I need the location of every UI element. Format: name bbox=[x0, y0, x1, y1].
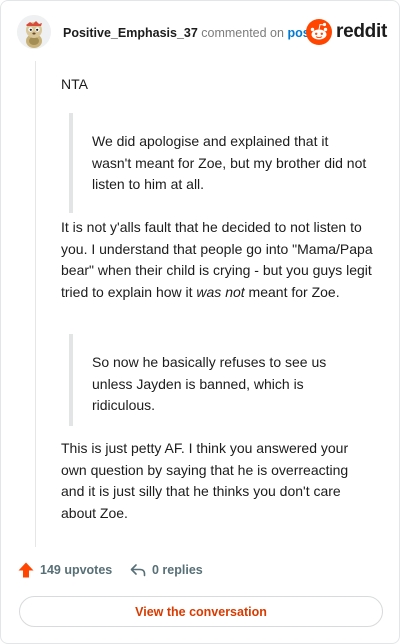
action-text: commented on bbox=[201, 26, 284, 40]
reply-count: 0 replies bbox=[152, 563, 203, 577]
blockquote-1-text: We did apologise and explained that it w… bbox=[92, 133, 367, 192]
user-avatar[interactable] bbox=[17, 15, 51, 49]
blockquote-1: We did apologise and explained that it w… bbox=[69, 113, 369, 213]
comment-card: Positive_Emphasis_37 commented on post r… bbox=[0, 0, 400, 644]
reddit-snoo-icon bbox=[306, 19, 333, 45]
blockquote-2-text: So now he basically refuses to see us un… bbox=[92, 354, 327, 413]
thread-line[interactable] bbox=[35, 61, 36, 547]
upvote-arrow-icon bbox=[18, 562, 34, 578]
comment-paragraph-3: This is just petty AF. I think you answe… bbox=[61, 440, 349, 521]
upvote-count: 149 upvotes bbox=[40, 563, 113, 577]
paragraph-2-text-b: meant for Zoe. bbox=[244, 283, 340, 300]
username-link[interactable]: Positive_Emphasis_37 bbox=[63, 26, 198, 40]
byline: Positive_Emphasis_37 commented on post bbox=[63, 26, 314, 40]
upvote-control[interactable]: 149 upvotes bbox=[17, 561, 112, 579]
paragraph-2-emphasis: was not bbox=[196, 283, 245, 300]
comment-footer: 149 upvotes 0 replies bbox=[17, 561, 387, 583]
blockquote-2: So now he basically refuses to see us un… bbox=[69, 334, 369, 426]
comment-header: Positive_Emphasis_37 commented on post r… bbox=[17, 15, 387, 55]
reddit-wordmark: reddit bbox=[336, 21, 387, 42]
comment-paragraph-2: It is not y'alls fault that he decided t… bbox=[61, 217, 373, 303]
comment-paragraph-1: NTA bbox=[61, 76, 88, 92]
reddit-logo[interactable]: reddit bbox=[306, 17, 387, 47]
avatar-icon bbox=[17, 15, 51, 49]
view-conversation-button[interactable]: View the conversation bbox=[19, 596, 383, 627]
reply-arrow-icon bbox=[130, 564, 146, 577]
reply-control[interactable]: 0 replies bbox=[129, 561, 203, 579]
